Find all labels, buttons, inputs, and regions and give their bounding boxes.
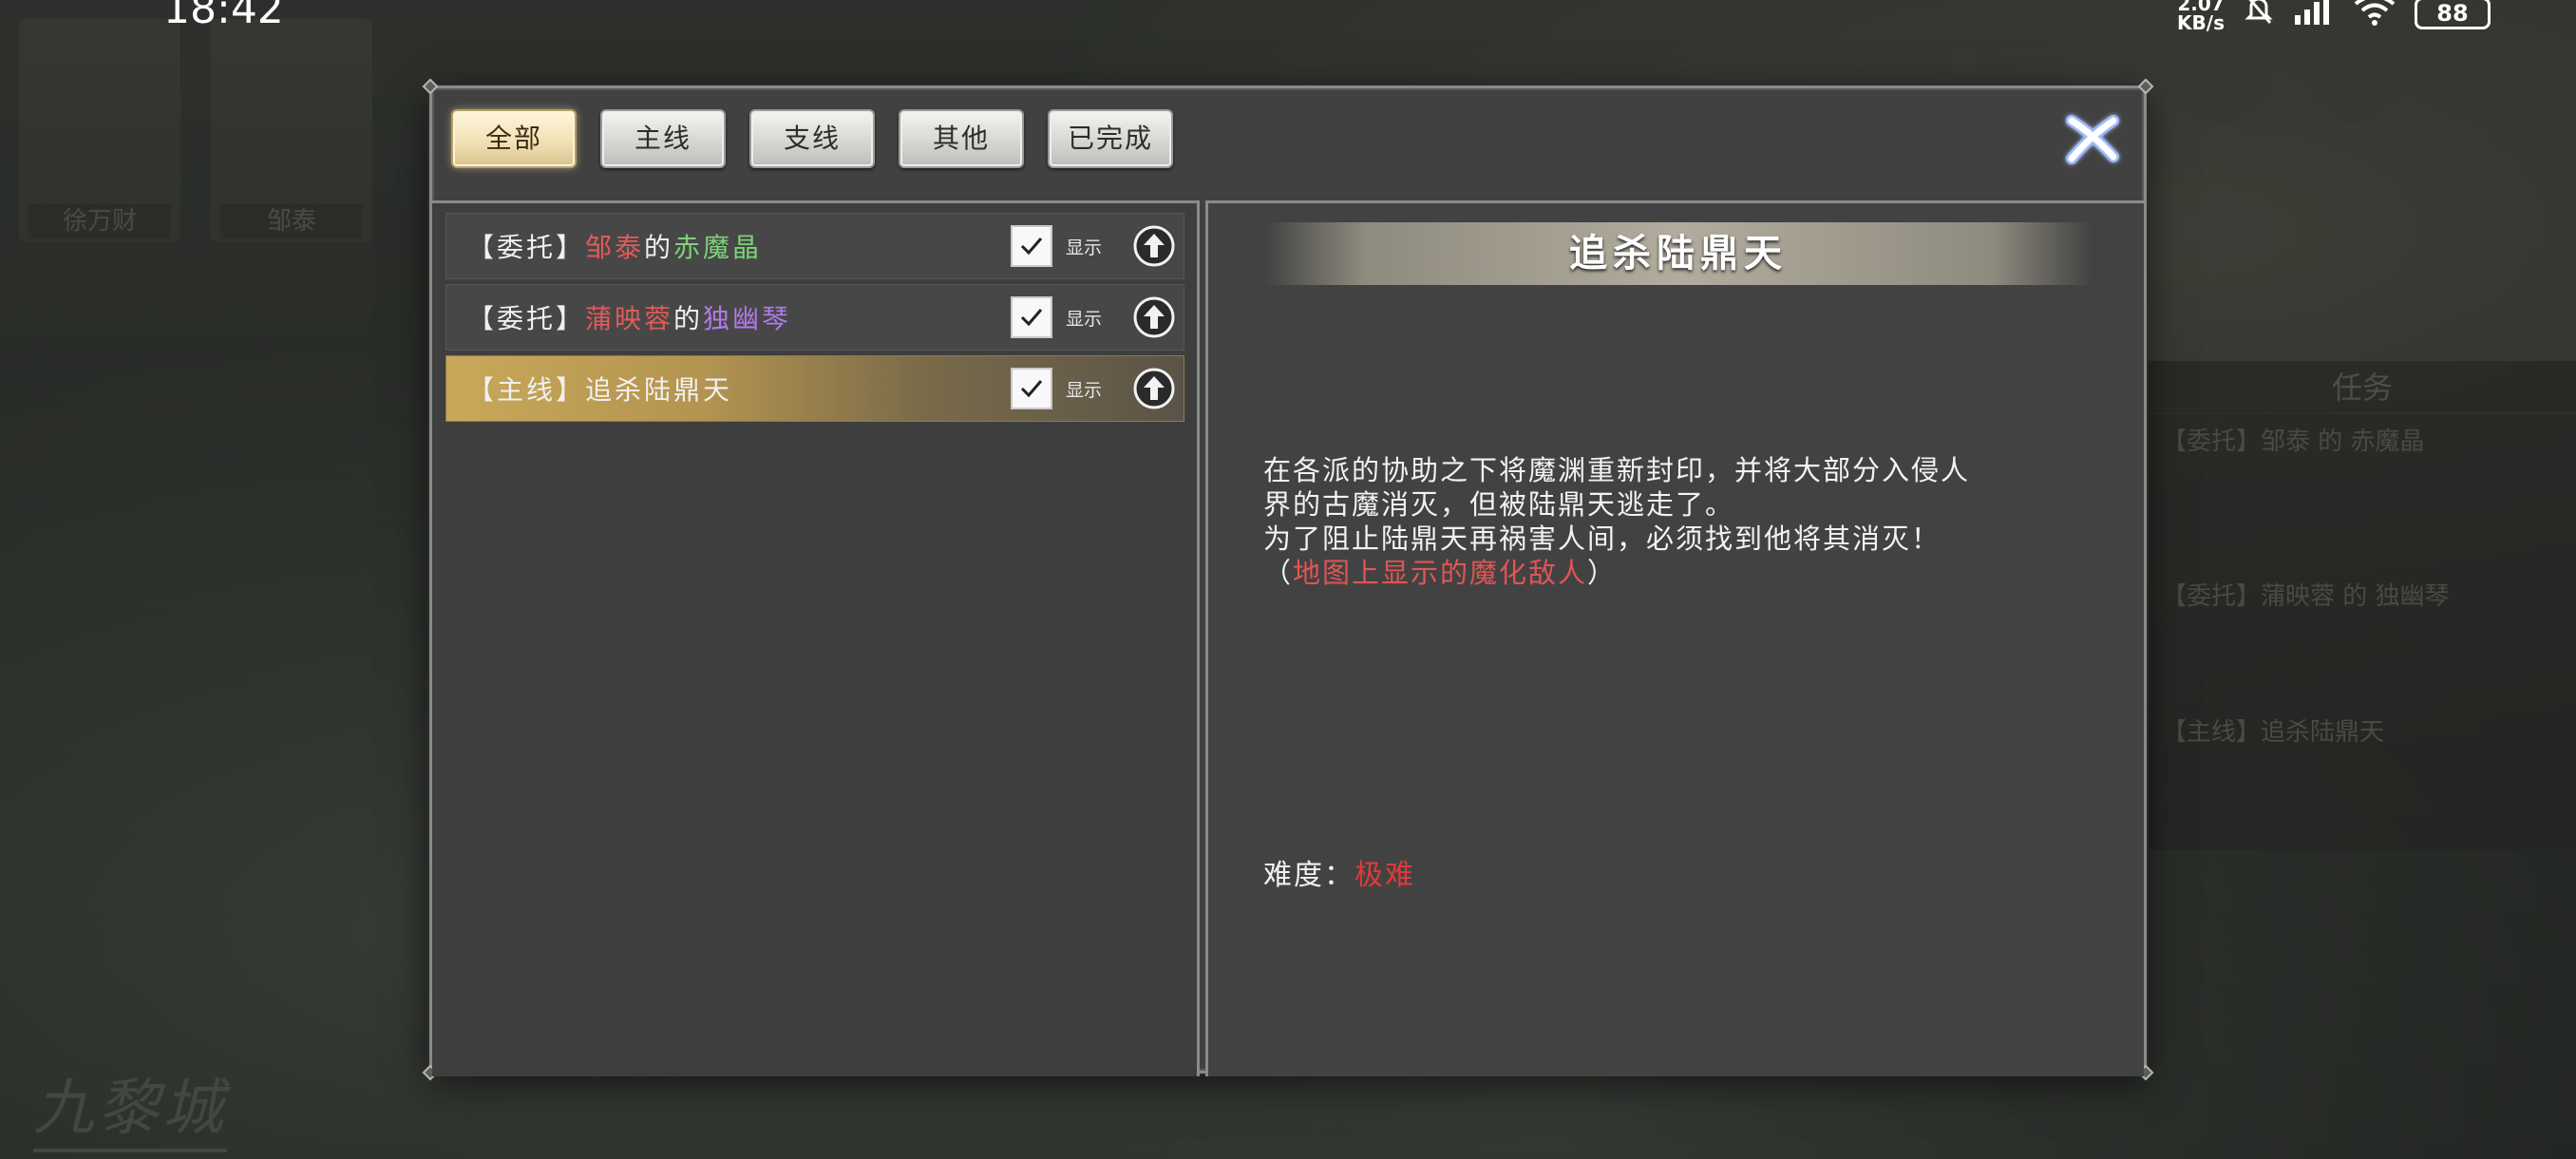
quest-type: 【委托】 xyxy=(467,303,586,334)
quest-item: 独幽琴 xyxy=(703,303,792,334)
network-speed: 2.07 KB/s xyxy=(2177,0,2225,32)
description-line: 界的古魔消灭，但被陆鼎天逃走了。 xyxy=(1263,488,1735,521)
arrow-up-circle-icon xyxy=(1133,296,1175,338)
description-hint-line: （地图上显示的魔化敌人） xyxy=(1263,556,2099,590)
close-button[interactable] xyxy=(2058,105,2127,174)
arrow-up-circle-icon xyxy=(1133,368,1175,409)
pin-up-button[interactable] xyxy=(1132,224,1176,268)
map-hint: 地图上显示的魔化敌人 xyxy=(1293,557,1588,589)
show-label: 显示 xyxy=(1066,379,1103,401)
pin-up-button[interactable] xyxy=(1132,295,1176,339)
quest-particle: 的 xyxy=(673,303,704,334)
tab-other[interactable]: 其他 xyxy=(899,109,1024,168)
difficulty-value: 极难 xyxy=(1354,859,1415,892)
quest-item: 追杀陆鼎天 xyxy=(585,374,733,406)
wifi-icon xyxy=(2352,0,2397,33)
quest-title: 【主线】追杀陆鼎天 xyxy=(467,370,732,408)
quest-type: 【委托】 xyxy=(467,232,586,263)
battery-indicator: 88 xyxy=(2415,0,2491,29)
quest-particle: 的 xyxy=(644,232,674,263)
quest-list: 【委托】邹泰的赤魔晶 显示 【委托】蒲映蓉的独幽琴 显示 【主线】追杀陆鼎天 显… xyxy=(432,200,1200,1076)
quest-dialog: 全部 主线 支线 其他 已完成 【委托】邹泰的赤魔晶 显示 【委托】蒲映蓉的独幽… xyxy=(422,78,2154,1081)
tab-completed[interactable]: 已完成 xyxy=(1048,109,1173,168)
quest-list-item-selected[interactable]: 【主线】追杀陆鼎天 显示 xyxy=(445,355,1184,422)
quest-item: 赤魔晶 xyxy=(673,232,763,263)
show-label: 显示 xyxy=(1066,308,1103,330)
quest-list-item[interactable]: 【委托】蒲映蓉的独幽琴 显示 xyxy=(445,284,1184,351)
quest-giver: 蒲映蓉 xyxy=(585,303,674,334)
checkmark-icon xyxy=(1020,380,1043,398)
show-label: 显示 xyxy=(1066,237,1103,258)
pin-up-button[interactable] xyxy=(1132,367,1176,410)
quest-title: 【委托】邹泰的赤魔晶 xyxy=(467,227,762,265)
quest-detail: 追杀陆鼎天 在各派的协助之下将魔渊重新封印，并将大部分入侵人 界的古魔消灭，但被… xyxy=(1205,200,2144,1076)
quest-type: 【主线】 xyxy=(467,374,586,406)
signal-icon xyxy=(2293,0,2335,33)
network-speed-unit: KB/s xyxy=(2177,10,2225,34)
quest-title: 【委托】蒲映蓉的独幽琴 xyxy=(467,298,791,336)
quest-list-item[interactable]: 【委托】邹泰的赤魔晶 显示 xyxy=(445,213,1184,279)
difficulty: 难度：极难 xyxy=(1263,851,1415,893)
bell-muted-icon xyxy=(2242,0,2276,33)
description-line: 在各派的协助之下将魔渊重新封印，并将大部分入侵人 xyxy=(1263,454,1971,486)
checkmark-icon xyxy=(1020,309,1043,327)
quest-detail-title: 追杀陆鼎天 xyxy=(1265,222,2092,285)
clock: 18:42 xyxy=(163,0,284,33)
quest-filter-tabs: 全部 主线 支线 其他 已完成 xyxy=(451,109,1173,168)
tab-main[interactable]: 主线 xyxy=(600,109,726,168)
hint-paren-close: ） xyxy=(1587,557,1618,589)
description-line: 为了阻止陆鼎天再祸害人间，必须找到他将其消灭！ xyxy=(1263,522,1941,555)
quest-description: 在各派的协助之下将魔渊重新封印，并将大部分入侵人 界的古魔消灭，但被陆鼎天逃走了… xyxy=(1263,453,2099,590)
show-checkbox[interactable] xyxy=(1011,296,1052,338)
difficulty-label: 难度： xyxy=(1263,859,1354,892)
status-icons: 2.07 KB/s 88 xyxy=(2177,0,2491,33)
arrow-up-circle-icon xyxy=(1133,225,1175,267)
status-bar: 18:42 2.07 KB/s 88 xyxy=(0,0,2576,33)
tab-side[interactable]: 支线 xyxy=(749,109,875,168)
show-checkbox[interactable] xyxy=(1011,225,1052,267)
hint-paren-open: （ xyxy=(1263,557,1294,589)
tab-all[interactable]: 全部 xyxy=(451,109,577,168)
close-icon xyxy=(2066,115,2119,164)
checkmark-icon xyxy=(1020,238,1043,256)
quest-giver: 邹泰 xyxy=(585,232,645,263)
show-checkbox[interactable] xyxy=(1011,368,1052,409)
